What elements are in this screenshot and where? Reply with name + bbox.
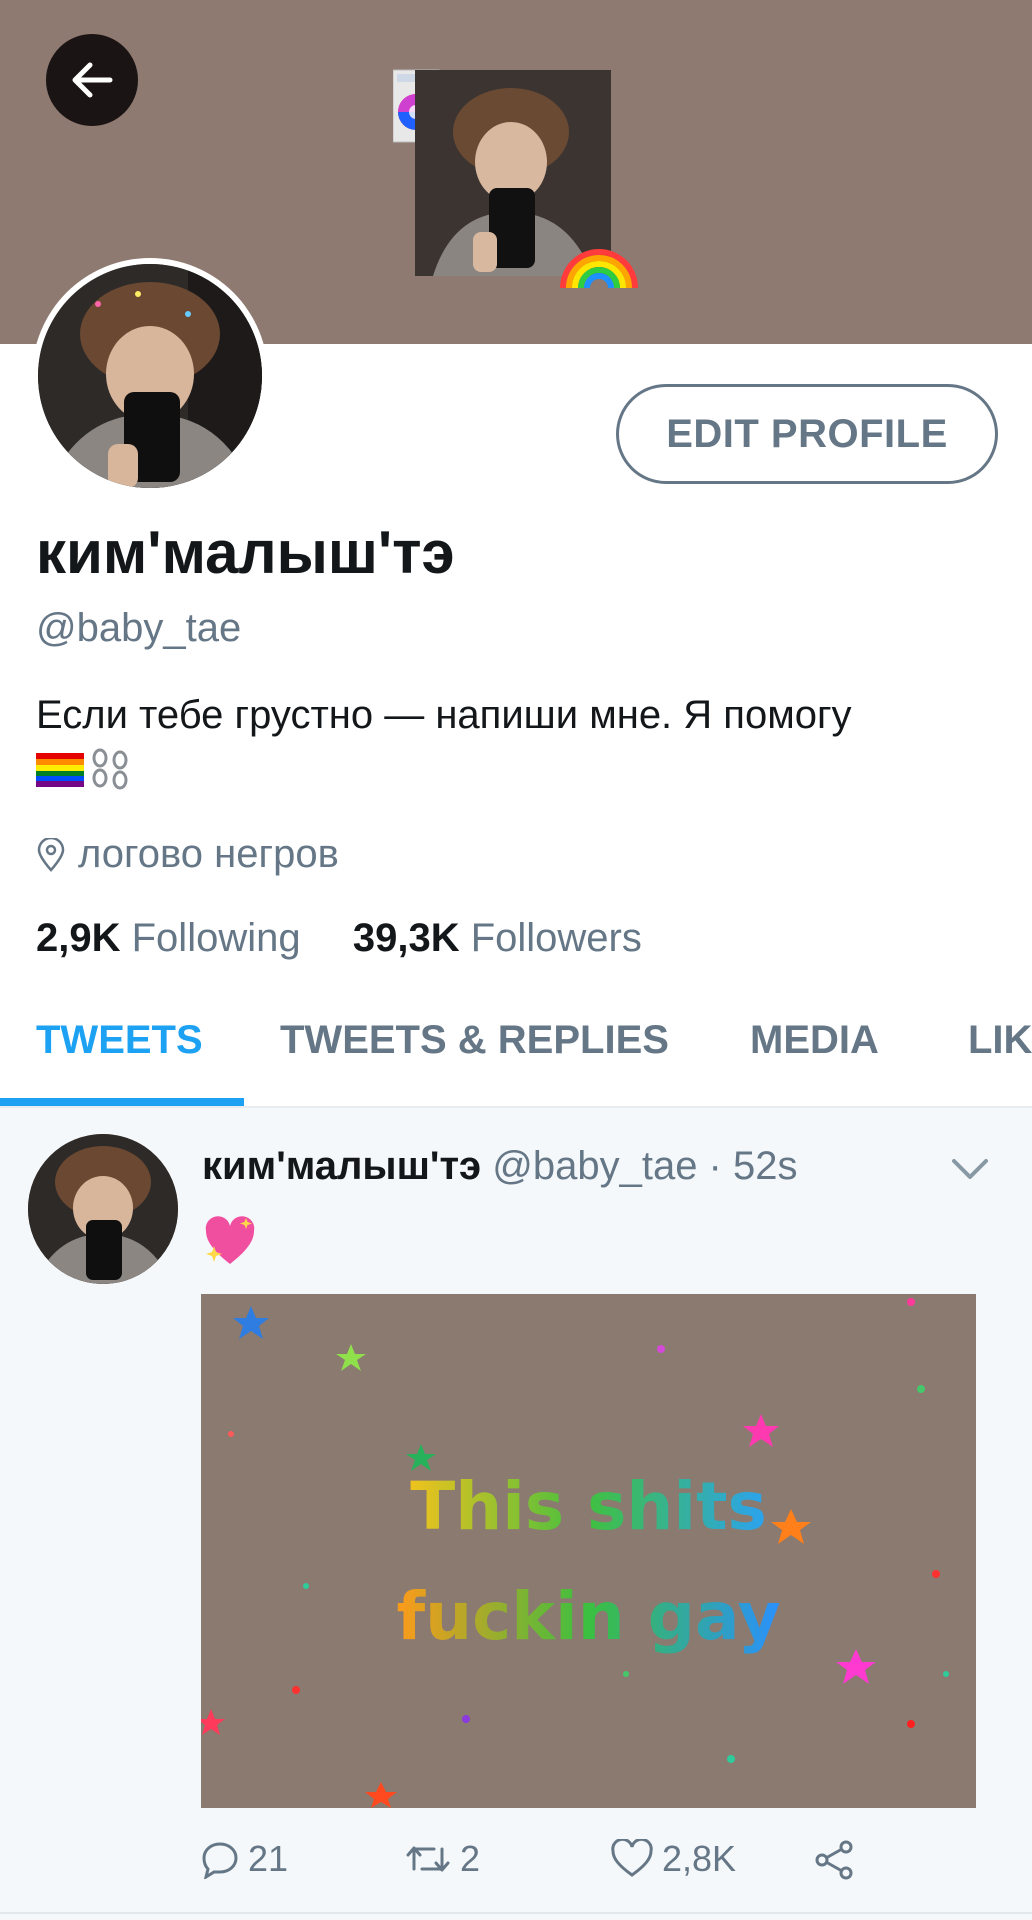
profile-handle: @baby_tae	[36, 606, 242, 650]
tab-likes[interactable]: LIK	[968, 1018, 1032, 1063]
reply-button[interactable]: 21	[200, 1838, 288, 1880]
profile-avatar[interactable]	[32, 258, 268, 494]
media-caption: This shits fuckin gay	[201, 1452, 976, 1672]
profile-location: логово негров	[36, 832, 339, 877]
back-button[interactable]	[46, 34, 138, 126]
heart-icon	[611, 1839, 653, 1877]
followers-link[interactable]: 39,3K Followers	[353, 916, 642, 960]
divider	[0, 1912, 1032, 1914]
location-pin-icon	[37, 837, 65, 872]
tab-media[interactable]: MEDIA	[750, 1018, 879, 1063]
retweet-icon	[406, 1846, 450, 1872]
tab-tweets-replies[interactable]: TWEETS & REPLIES	[280, 1018, 669, 1063]
chains-icon	[92, 748, 128, 790]
profile-tabs: TWEETS TWEETS & REPLIES MEDIA LIK	[0, 1010, 1032, 1108]
reply-icon	[202, 1842, 238, 1879]
following-count: 2,9K	[36, 916, 121, 960]
following-link[interactable]: 2,9K Following	[36, 916, 312, 960]
tab-tweets[interactable]: TWEETS	[36, 1018, 203, 1063]
follow-stats: 2,9K Following 39,3K Followers	[36, 916, 642, 961]
followers-label: Followers	[470, 916, 642, 960]
share-button[interactable]	[812, 1838, 856, 1882]
chevron-down-icon[interactable]	[950, 1155, 990, 1185]
profile-bio: Если тебе грустно — напиши мне. Я помогу	[36, 693, 852, 737]
like-button[interactable]: 2,8K	[610, 1838, 736, 1880]
media-caption-line-2: fuckin gay	[201, 1562, 976, 1672]
arrow-left-icon	[72, 62, 113, 98]
avatar-photo	[38, 264, 262, 488]
tweet-media[interactable]: This shits fuckin gay	[201, 1294, 976, 1808]
retweet-button[interactable]: 2	[404, 1838, 480, 1880]
sparkling-heart-icon	[205, 1216, 255, 1264]
tweet-header: ким'малыш'тэ @baby_tae · 52s	[202, 1144, 797, 1189]
like-count: 2,8K	[662, 1838, 737, 1879]
active-tab-indicator	[0, 1098, 244, 1106]
share-icon	[815, 1840, 853, 1880]
retweet-count: 2	[460, 1838, 481, 1879]
media-caption-line-1: This shits	[201, 1452, 976, 1562]
banner-artwork	[392, 62, 643, 294]
tweet-meta: @baby_tae · 52s	[492, 1144, 798, 1188]
location-text: логово негров	[78, 832, 339, 876]
rainbow-flag-icon	[36, 753, 84, 787]
bio-emoji-row	[36, 748, 132, 792]
tweet-actions: 21 2 2,8K	[200, 1838, 1000, 1898]
reply-count: 21	[248, 1838, 289, 1879]
profile-display-name: ким'малыш'тэ	[36, 519, 455, 586]
edit-profile-button[interactable]: EDIT PROFILE	[616, 384, 998, 484]
tweet-author-name[interactable]: ким'малыш'тэ	[202, 1144, 481, 1188]
following-label: Following	[131, 916, 301, 960]
tweet-avatar[interactable]	[28, 1134, 178, 1284]
followers-count: 39,3K	[352, 916, 460, 960]
